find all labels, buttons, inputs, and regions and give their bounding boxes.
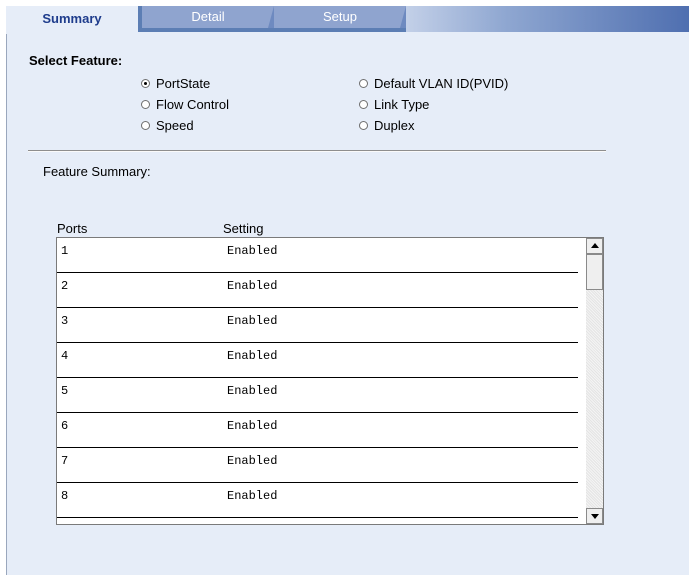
port-number: 8 [61,489,69,503]
select-feature-label: Select Feature: [29,53,123,68]
port-setting: Enabled [227,244,278,258]
radio-button-icon[interactable] [141,121,150,131]
port-setting: Enabled [227,314,278,328]
port-number: 6 [61,419,69,433]
list-item[interactable]: 1 Enabled [57,238,578,273]
port-setting: Enabled [227,489,278,503]
column-header-setting: Setting [223,221,264,236]
tab-summary[interactable]: Summary [6,5,138,34]
list-item[interactable]: 7 Enabled [57,448,578,483]
scroll-down-button[interactable] [586,508,603,524]
radio-button-icon[interactable] [359,100,368,110]
radio-button-icon[interactable] [359,79,368,89]
radio-label: Default VLAN ID(PVID) [374,76,509,91]
radio-default-vlan-id[interactable]: Default VLAN ID(PVID) [359,76,508,92]
arrow-down-icon [591,514,599,519]
radio-duplex[interactable]: Duplex [359,118,414,134]
list-item[interactable]: 4 Enabled [57,343,578,378]
scroll-up-button[interactable] [586,238,603,254]
radio-button-icon[interactable] [359,121,368,131]
feature-summary-listbox[interactable]: 1 Enabled 2 Enabled 3 Enabled 4 Enabled … [56,237,604,525]
section-divider [28,150,606,152]
list-item[interactable]: 8 Enabled [57,483,578,518]
listbox-rows: 1 Enabled 2 Enabled 3 Enabled 4 Enabled … [57,238,578,518]
content-panel: Select Feature: PortState Flow Control S… [6,32,689,575]
list-item[interactable]: 5 Enabled [57,378,578,413]
list-item[interactable]: 3 Enabled [57,308,578,343]
port-number: 7 [61,454,69,468]
tab-strip: Detail Setup Summary [0,0,689,34]
scrollbar-thumb[interactable] [586,254,603,290]
tab-setup[interactable]: Setup [274,6,406,28]
port-setting: Enabled [227,279,278,293]
header-gradient-band [406,6,689,32]
port-setting: Enabled [227,419,278,433]
radio-button-icon[interactable] [141,100,150,110]
vertical-scrollbar[interactable] [586,238,603,524]
port-number: 1 [61,244,69,258]
port-number: 5 [61,384,69,398]
port-setting: Enabled [227,384,278,398]
radio-label: Speed [156,118,194,133]
port-setting: Enabled [227,454,278,468]
port-setting: Enabled [227,349,278,363]
port-number: 2 [61,279,69,293]
radio-button-checked-icon[interactable] [141,79,150,89]
radio-label: Link Type [374,97,430,112]
feature-summary-label: Feature Summary: [43,164,151,179]
column-header-ports: Ports [57,221,88,236]
tab-separator [400,6,406,28]
arrow-up-icon [591,243,599,248]
port-number: 3 [61,314,69,328]
radio-label: PortState [156,76,211,91]
radio-link-type[interactable]: Link Type [359,97,429,113]
radio-portstate[interactable]: PortState [141,76,210,92]
port-number: 4 [61,349,69,363]
radio-speed[interactable]: Speed [141,118,194,134]
tab-detail[interactable]: Detail [142,6,274,28]
radio-flow-control[interactable]: Flow Control [141,97,229,113]
radio-label: Flow Control [156,97,229,112]
list-item[interactable]: 6 Enabled [57,413,578,448]
radio-label: Duplex [374,118,415,133]
list-item[interactable]: 2 Enabled [57,273,578,308]
